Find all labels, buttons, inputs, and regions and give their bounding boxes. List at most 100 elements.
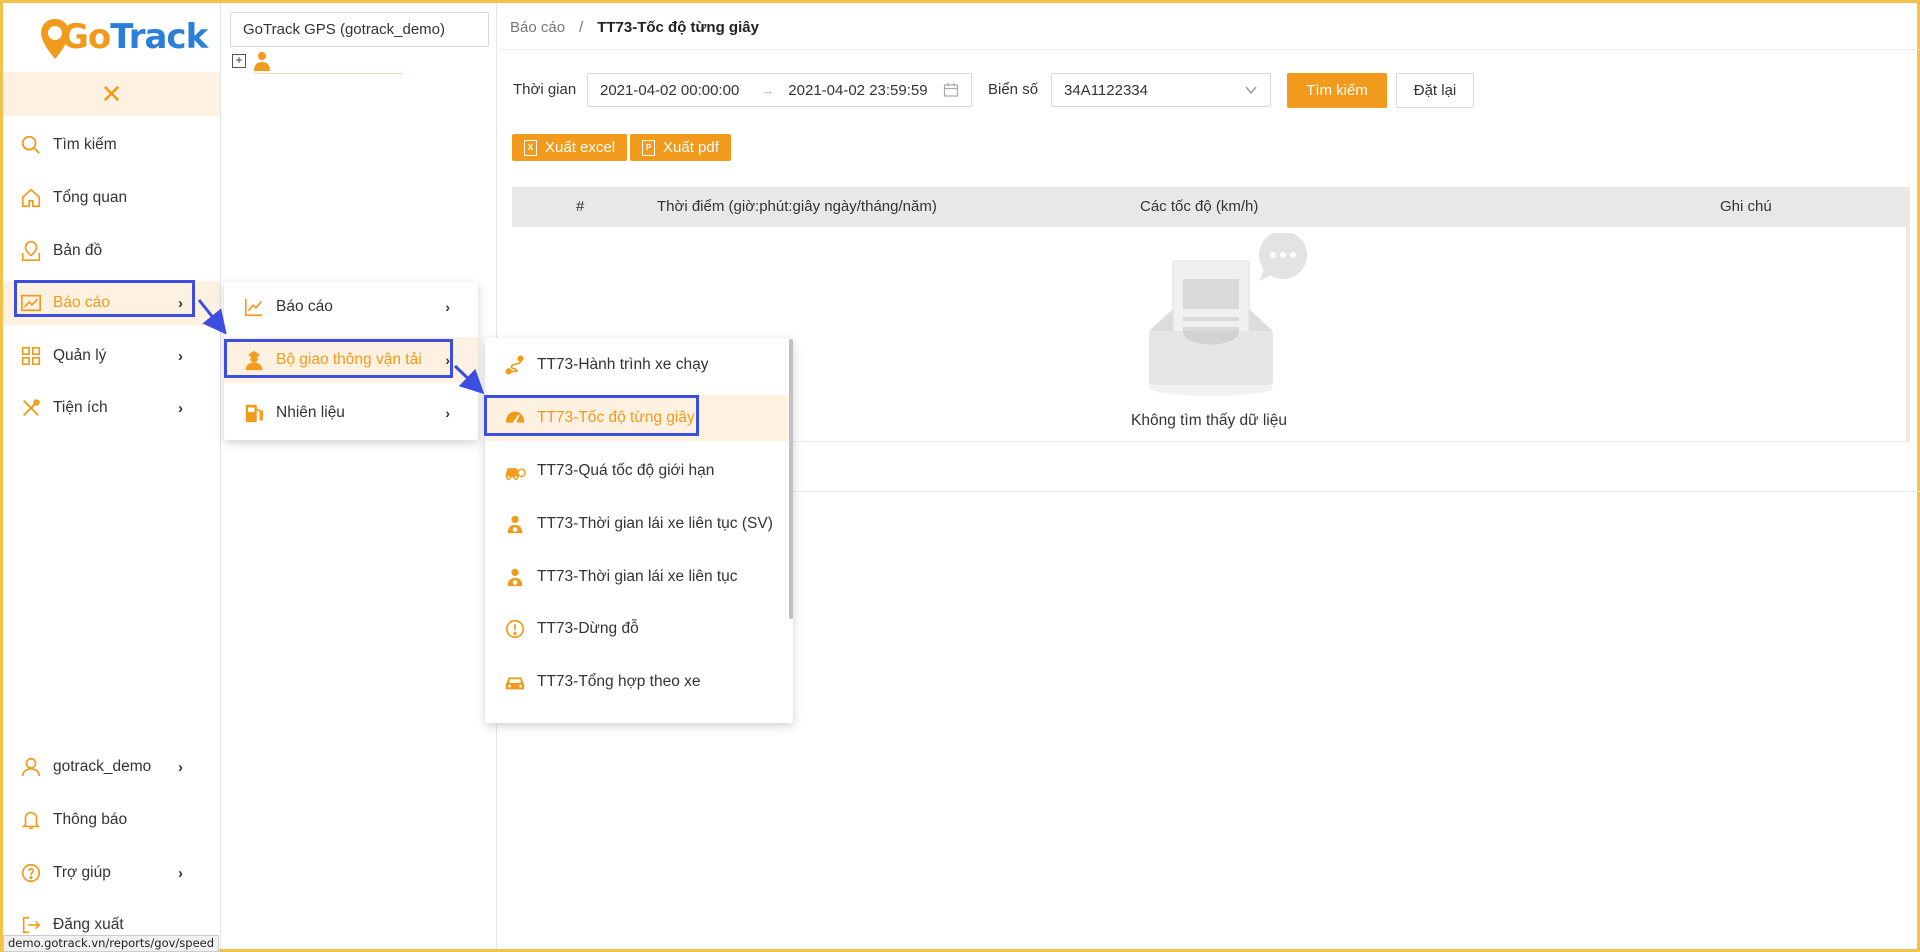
chevron-right-icon: › [445,405,450,421]
submenu-scrollbar[interactable] [789,339,793,619]
user-icon [19,755,43,779]
sidebar-item-reports[interactable]: Báo cáo › [3,281,220,325]
search-icon [19,133,43,157]
breadcrumb-parent[interactable]: Báo cáo [510,19,565,36]
line-chart-icon [242,295,266,319]
plate-value: 34A1122334 [1064,81,1148,99]
time-label: Thời gian [513,81,577,98]
header-divider [498,49,1920,50]
date-from[interactable]: 2021-04-02 00:00:00 [600,82,739,99]
collapse-sidebar-button[interactable]: ✕ [3,72,220,116]
submenu-item-journey[interactable]: TT73-Hành trình xe chạy [485,342,793,388]
empty-state-text: Không tìm thấy dữ liệu [1131,412,1287,429]
submenu-item-continuous-driving-sv[interactable]: TT73-Thời gian lái xe liên tục (SV) [485,501,793,547]
submenu-item-label: TT73-Dừng đỗ [537,620,639,637]
submenu-item-vehicle-summary[interactable]: TT73-Tổng hợp theo xe [485,659,793,705]
logo-track: Track [110,17,208,57]
table-scroll-edge [1906,187,1910,441]
vehicle-tree-panel: GoTrack GPS (gotrack_demo) + [222,3,497,949]
driver-icon [503,565,527,589]
export-pdf-button[interactable]: P Xuất pdf [630,134,731,161]
speedometer-icon [503,406,527,430]
alert-circle-icon [503,617,527,641]
sidebar: GoTrack ✕ Tìm kiếm Tổng quan Bản đồ Báo … [3,3,221,949]
breadcrumb-separator: / [579,19,584,36]
sidebar-item-label: gotrack_demo [53,758,152,775]
car-icon [503,670,527,694]
submenu-item-continuous-driving[interactable]: TT73-Thời gian lái xe liên tục [485,554,793,600]
submenu-item-speed-per-second[interactable]: TT73-Tốc độ từng giây [485,395,793,441]
logout-icon [19,913,43,937]
submenu-item-stops[interactable]: TT73-Dừng đỗ [485,606,793,652]
sidebar-item-account[interactable]: gotrack_demo › [3,745,220,789]
submenu-item-label: TT73-Hành trình xe chạy [537,356,709,373]
sidebar-item-label: Thông báo [53,811,128,828]
plate-label: Biển số [988,81,1039,98]
plate-select[interactable]: 34A1122334 [1051,73,1271,107]
submenu-item-ministry-transport[interactable]: Bộ giao thông vận tải › [224,337,478,383]
chevron-right-icon: › [178,864,183,882]
column-header-speeds: Các tốc độ (km/h) [1140,198,1259,215]
grid-icon [19,344,43,368]
sidebar-item-label: Tìm kiếm [53,136,117,153]
tree-node-underline [253,73,403,74]
bell-icon [19,808,43,832]
sidebar-item-label: Đăng xuất [53,916,124,933]
sidebar-item-management[interactable]: Quản lý › [3,334,220,378]
column-header-time: Thời điểm (giờ:phút:giây ngày/tháng/năm) [657,198,937,215]
submenu-item-label: Bộ giao thông vận tải [276,351,422,368]
sidebar-item-help[interactable]: Trợ giúp › [3,851,220,895]
tree-expand-toggle[interactable]: + [232,54,246,68]
sidebar-item-label: Trợ giúp [53,864,111,881]
submenu-item-label: TT73-Tổng hợp theo xe [537,673,701,690]
calendar-icon [943,83,959,97]
fuel-icon [242,401,266,425]
chevron-right-icon: › [178,758,183,776]
company-name: GoTrack GPS (gotrack_demo) [243,21,446,38]
sidebar-item-label: Quản lý [53,347,107,364]
submenu-item-label: TT73-Thời gian lái xe liên tục [537,568,738,585]
export-pdf-label: Xuất pdf [663,139,719,156]
reset-button[interactable]: Đặt lại [1396,73,1474,108]
submenu-item-label: TT73-Thời gian lái xe liên tục (SV) [537,515,773,532]
sidebar-item-utilities[interactable]: Tiện ích › [3,386,220,430]
submenu-item-over-speed[interactable]: TT73-Quá tốc độ giới hạn [485,448,793,494]
route-icon [503,353,527,377]
chevron-right-icon: › [445,352,450,368]
driver-icon [503,512,527,536]
transport-reports-submenu: TT73-Hành trình xe chạy TT73-Tốc độ từng… [485,338,793,723]
map-icon [19,239,43,263]
breadcrumb-current: TT73-Tốc độ từng giây [597,19,759,36]
logo-text: GoTrack [61,17,208,57]
sidebar-item-notifications[interactable]: Thông báo [3,798,220,842]
sidebar-item-map[interactable]: Bản đồ [3,229,220,273]
chevron-down-icon [1245,86,1257,95]
breadcrumb: Báo cáo / TT73-Tốc độ từng giây [510,19,759,36]
date-range-picker[interactable]: 2021-04-02 00:00:00 → 2021-04-02 23:59:5… [587,73,972,107]
submenu-item-label: Báo cáo [276,298,333,315]
tree-user-icon [254,52,270,71]
officer-icon [242,348,266,372]
submenu-item-reports[interactable]: Báo cáo › [224,284,478,330]
sidebar-item-label: Báo cáo [53,294,110,311]
chevron-right-icon: › [178,347,183,365]
export-excel-button[interactable]: X Xuất excel [512,134,628,161]
submenu-item-label: TT73-Tốc độ từng giây [537,409,695,426]
column-header-note: Ghi chú [1720,198,1772,215]
date-to[interactable]: 2021-04-02 23:59:59 [788,82,927,99]
search-button[interactable]: Tìm kiếm [1287,73,1387,108]
column-header-index: # [576,198,585,215]
logo-go: Go [61,17,111,57]
reports-submenu: Báo cáo › Bộ giao thông vận tải › Nhiên … [224,282,478,440]
sidebar-item-search[interactable]: Tìm kiếm [3,123,220,167]
car-speed-icon [503,459,527,483]
submenu-item-label: Nhiên liệu [276,404,345,421]
home-icon [19,186,43,210]
sidebar-item-overview[interactable]: Tổng quan [3,176,220,220]
submenu-item-fuel[interactable]: Nhiên liệu › [224,390,478,436]
browser-status-url: demo.gotrack.vn/reports/gov/speed [3,935,220,952]
chevron-right-icon: › [445,299,450,315]
company-select[interactable]: GoTrack GPS (gotrack_demo) [230,12,489,47]
export-excel-label: Xuất excel [545,139,616,156]
table-header: # Thời điểm (giờ:phút:giây ngày/tháng/nă… [512,187,1906,227]
